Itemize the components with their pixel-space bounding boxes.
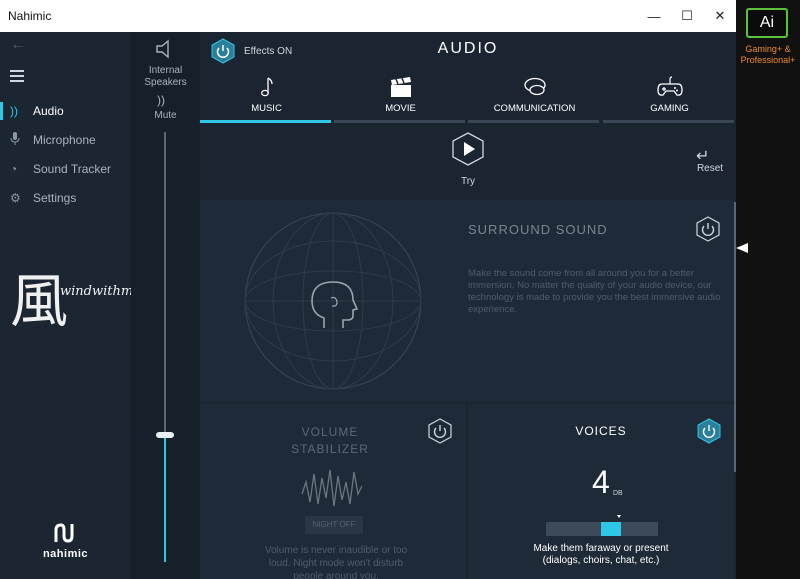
sphere-head-illustration-icon: [244, 212, 422, 390]
hamburger-menu-icon[interactable]: [10, 70, 24, 82]
device-label-line2: Speakers: [144, 77, 187, 88]
stabilizer-title: VOLUME STABILIZER: [260, 424, 400, 458]
ai-badge-text: Ai: [759, 14, 775, 31]
reset-label[interactable]: Reset: [690, 163, 730, 174]
voices-description-line2: (dialogs, choirs, chat, etc.): [542, 555, 660, 566]
tab-label: MUSIC: [251, 103, 282, 114]
tab-label: COMMUNICATION: [493, 103, 576, 114]
profile-tabs: MUSIC MOVIE COMMUNICATION GAMING: [200, 74, 736, 124]
voices-panel: VOICES 4 DB Make them faraway or present…: [468, 404, 734, 579]
clapperboard-icon: [390, 77, 411, 97]
maximize-button[interactable]: ☐: [670, 0, 704, 32]
tab-underline: [603, 120, 734, 123]
title-bar: Nahimic — ☐ ✕: [0, 0, 736, 32]
gamepad-icon: [656, 76, 683, 96]
voices-db-unit: DB: [613, 490, 623, 497]
sidebar-item-audio[interactable]: )) Audio: [0, 98, 131, 124]
tab-gaming[interactable]: GAMING: [603, 74, 736, 124]
voices-slider-thumb[interactable]: [601, 522, 621, 536]
voices-description-line1: Make them faraway or present: [533, 543, 669, 554]
voices-description: Make them faraway or present (dialogs, c…: [468, 543, 734, 567]
sound-tracker-icon: ◔: [10, 162, 18, 176]
night-mode-button[interactable]: NIGHT OFF: [305, 516, 363, 534]
brand-name: nahimic: [42, 548, 89, 560]
voices-power-button[interactable]: [696, 418, 722, 444]
stabilizer-power-button[interactable]: [427, 418, 453, 444]
surround-title: SURROUND SOUND: [468, 222, 608, 237]
tab-communication[interactable]: COMMUNICATION: [468, 74, 601, 124]
sidebar-item-label: Sound Tracker: [33, 162, 112, 176]
voices-title: VOICES: [575, 424, 627, 438]
sidebar-item-settings[interactable]: ⚙ Settings: [0, 185, 131, 211]
nahimic-logo-icon: [54, 523, 74, 543]
ai-caption-line1: Gaming+ &: [745, 44, 791, 54]
volume-waves-icon[interactable]: )): [157, 93, 165, 107]
microphone-icon: [0, 132, 33, 148]
device-label-line1: Internal: [148, 65, 183, 76]
ai-caption: Gaming+ & Professional+: [736, 44, 800, 66]
tab-underline: [200, 120, 331, 123]
sidebar: ← )) Audio Microphone ◔ Sound Tracker ⚙ …: [0, 32, 141, 579]
voices-db-value: 4: [592, 464, 610, 500]
try-label: Try: [460, 176, 476, 187]
page-title: AUDIO: [437, 40, 499, 57]
stabilizer-title-line1: VOLUME: [301, 425, 359, 439]
mute-label: Mute: [154, 110, 177, 121]
waveform-icon: [301, 469, 363, 507]
music-note-icon: [260, 77, 273, 97]
sidebar-item-label: Audio: [33, 104, 64, 118]
sidebar-item-microphone[interactable]: Microphone: [0, 127, 131, 153]
minimize-button[interactable]: —: [637, 0, 671, 32]
play-try-button[interactable]: [452, 132, 484, 166]
device-label: Internal Speakers: [131, 65, 200, 89]
volume-stabilizer-panel: VOLUME STABILIZER NIGHT OFF Volume is ne…: [200, 404, 466, 579]
mouse-pointer-icon: [736, 243, 748, 253]
back-arrow-icon[interactable]: ←: [10, 36, 26, 54]
tab-underline: [334, 120, 465, 123]
sidebar-item-label: Microphone: [33, 133, 96, 147]
stabilizer-description: Volume is never inaudible or too loud. N…: [264, 545, 408, 579]
volume-slider-thumb[interactable]: [156, 432, 174, 438]
gear-icon: ⚙: [10, 191, 21, 205]
ai-badge: Ai: [746, 8, 788, 38]
audio-waves-icon: )): [10, 104, 18, 118]
device-column: Internal Speakers )) Mute: [131, 32, 200, 579]
tab-music[interactable]: MUSIC: [200, 74, 333, 124]
volume-slider-fill: [164, 436, 166, 562]
main-panel: Effects ON AUDIO MUSIC MOVIE COMMUNICATI…: [200, 32, 736, 579]
tab-label: GAMING: [650, 103, 689, 114]
stabilizer-title-line2: STABILIZER: [291, 442, 369, 456]
sidebar-item-sound-tracker[interactable]: ◔ Sound Tracker: [0, 156, 131, 182]
surround-sound-panel: SURROUND SOUND Make the sound come from …: [200, 200, 734, 402]
nahimic-window: Nahimic — ☐ ✕ ← )) Audio Microphone ◔ So…: [0, 0, 800, 579]
sidebar-item-label: Settings: [33, 191, 77, 205]
surround-power-button[interactable]: [695, 216, 721, 242]
tab-underline: [468, 120, 599, 123]
window-title: Nahimic: [8, 9, 52, 23]
surround-description: Make the sound come from all around you …: [468, 268, 721, 315]
desktop-background: [736, 0, 800, 579]
voices-default-marker: [617, 515, 621, 518]
tab-movie[interactable]: MOVIE: [334, 74, 467, 124]
ai-caption-line2: Professional+: [740, 55, 796, 65]
try-area: Try ↵ Reset: [200, 124, 736, 198]
watermark-text: windwithme: [60, 284, 141, 299]
close-button[interactable]: ✕: [703, 0, 737, 32]
chat-bubbles-icon: [523, 77, 546, 96]
tab-label: MOVIE: [385, 103, 416, 114]
speaker-icon[interactable]: [153, 38, 177, 60]
